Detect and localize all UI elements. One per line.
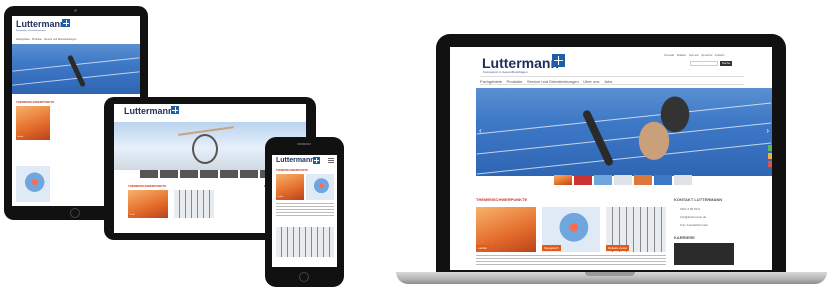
contact-form-link[interactable]: Zum Kontaktformular <box>680 223 708 227</box>
laptop-notch <box>585 272 635 276</box>
laptop-device: Luttermann Kompetenz in Gesundheitsfrage… <box>436 34 786 274</box>
main-nav: Fachgebiete Produkte Service und Dienstl… <box>480 76 744 85</box>
thumbnail[interactable] <box>654 175 672 185</box>
contact-mail[interactable]: info@luttermann.de <box>680 215 706 219</box>
hero-next-arrow[interactable]: › <box>766 126 769 135</box>
phone-device: Luttermann THEMENSCHWERPUNKTE Laufen <box>265 137 344 287</box>
brand-logo[interactable]: Luttermann <box>276 157 315 164</box>
top-link[interactable]: Anfahrt <box>715 53 725 57</box>
topic-card-running[interactable] <box>16 106 50 140</box>
runner-figure <box>626 88 696 176</box>
topic-badge: Laufen <box>128 214 137 216</box>
phone-screen: Luttermann THEMENSCHWERPUNKTE Laufen <box>272 155 337 267</box>
topic-card-rollator[interactable] <box>276 227 334 257</box>
side-tab-red[interactable] <box>768 161 772 167</box>
topic-badge: Laufen <box>16 136 25 138</box>
topic-badge: Rollator-Ausw. <box>606 245 630 251</box>
top-links: Kontakt Filialen Service Sprache Anfahrt <box>664 53 724 57</box>
laptop-screen: Luttermann Kompetenz in Gesundheitsfrage… <box>450 47 772 270</box>
side-tab-green[interactable] <box>768 145 772 151</box>
thumbnail[interactable] <box>574 175 592 185</box>
topic-badge: Laufen <box>476 245 490 251</box>
topic-card-mirror[interactable] <box>306 174 334 200</box>
thumbnail[interactable] <box>594 175 612 185</box>
topic-badge: Spiegelsch <box>542 245 561 251</box>
section-title: THEMENSCHWERPUNKTE <box>476 197 528 202</box>
career-title: KARRIERE <box>674 235 695 240</box>
search-input[interactable] <box>690 61 718 66</box>
brand-tagline: Kompetenz in Gesundheitsfragen <box>16 30 46 32</box>
prosthetic-leg <box>581 109 615 167</box>
contact-title: KONTAKT LUTTERMANN <box>674 197 723 202</box>
brand-tagline: Kompetenz in Gesundheitsfragen <box>483 70 528 74</box>
home-button[interactable] <box>299 272 309 282</box>
brand-logo[interactable]: Luttermann <box>124 106 174 116</box>
brand-cross-icon <box>171 106 179 114</box>
nav-item[interactable]: Fachgebiete <box>16 38 30 41</box>
home-button[interactable] <box>70 208 80 218</box>
hero-image[interactable] <box>12 44 140 94</box>
camera-icon <box>74 9 77 12</box>
nav-item[interactable]: Fachgebiete <box>480 79 502 84</box>
search-button[interactable]: Suche <box>720 61 732 66</box>
section-title: THEMENSCHWERPUNKTE <box>276 169 308 172</box>
section-title: THEMENSCHWERPUNKTE <box>16 100 55 104</box>
topic-text-lines <box>476 255 666 267</box>
thumbnail[interactable] <box>614 175 632 185</box>
side-tab-orange[interactable] <box>768 153 772 159</box>
thumbnail[interactable] <box>674 175 692 185</box>
menu-icon[interactable] <box>328 158 334 163</box>
nav-item[interactable]: Produkte <box>506 79 522 84</box>
nav-item[interactable]: Service und Dienstleistungen <box>44 38 76 41</box>
speaker-grill <box>297 143 311 145</box>
topic-card-mirror[interactable] <box>16 166 50 202</box>
top-link[interactable]: Sprache <box>701 53 712 57</box>
brand-cross-icon <box>62 19 70 27</box>
nav-item[interactable]: Service und Dienstleistungen <box>527 79 579 84</box>
hero-image[interactable]: ‹ › <box>476 88 772 176</box>
brand-logo[interactable]: Luttermann <box>482 55 559 71</box>
career-banner[interactable] <box>674 243 734 265</box>
brand-logo[interactable]: Luttermann <box>16 19 66 29</box>
top-link[interactable]: Service <box>689 53 699 57</box>
topic-badge: Laufen <box>276 196 285 198</box>
hero-thumbnails <box>140 170 280 178</box>
top-link[interactable]: Filialen <box>677 53 687 57</box>
wheelchair-figure <box>192 134 218 164</box>
brand-cross-icon <box>552 54 565 67</box>
hero-prev-arrow[interactable]: ‹ <box>479 126 482 135</box>
topic-text-lines <box>276 203 334 217</box>
topic-card-rollator[interactable] <box>174 190 214 218</box>
main-nav: Fachgebiete Produkte Service und Dienstl… <box>16 38 76 41</box>
brand-cross-icon <box>313 157 320 164</box>
section-title: THEMENSCHWERPUNKTE <box>128 184 167 188</box>
thumbnail[interactable] <box>634 175 652 185</box>
top-link[interactable]: Kontakt <box>664 53 674 57</box>
thumbnail[interactable] <box>554 175 572 185</box>
nav-item[interactable]: Produkte <box>32 38 42 41</box>
nav-item[interactable]: Über uns <box>583 79 599 84</box>
nav-item[interactable]: Jobs <box>604 79 612 84</box>
hero-thumbnails <box>554 175 694 187</box>
contact-phone[interactable]: 0201 6 80 80 0 <box>680 207 700 211</box>
prosthetic-leg <box>67 54 86 88</box>
